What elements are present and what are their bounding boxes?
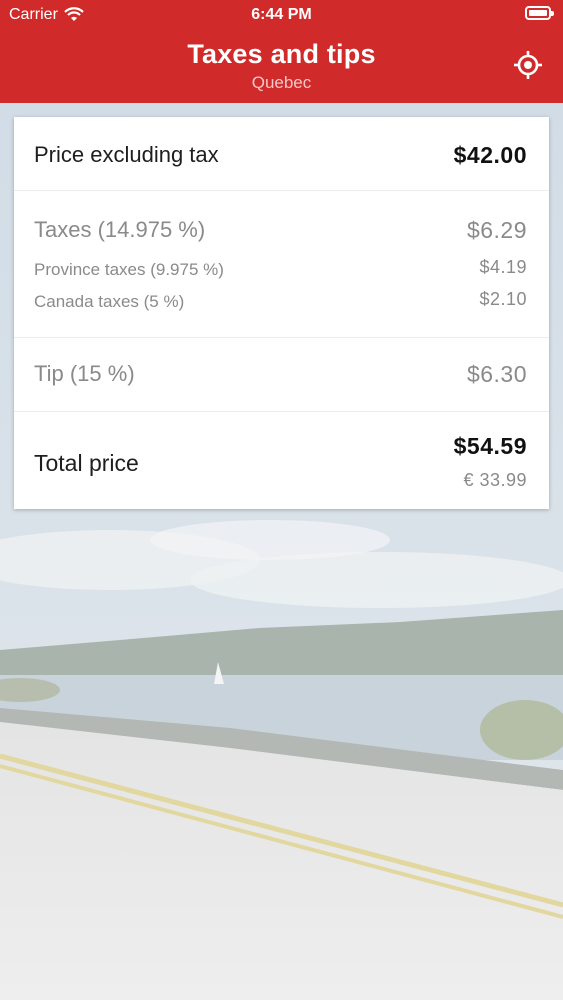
total-label: Total price	[34, 450, 139, 476]
tip-label: Tip (15 %)	[34, 361, 135, 386]
app-header: Carrier 6:44 PM Taxes and tips Quebec	[0, 0, 563, 103]
tip-row[interactable]: Tip (15 %) $6.30	[14, 338, 549, 412]
status-time: 6:44 PM	[251, 6, 312, 23]
price-row[interactable]: Price excluding tax $42.00	[14, 117, 549, 191]
price-value: $42.00	[453, 142, 527, 168]
taxes-value: $6.29	[466, 217, 527, 243]
battery-icon	[525, 6, 554, 20]
location-target-icon	[514, 51, 542, 79]
page-title: Taxes and tips	[187, 39, 376, 69]
taxes-row[interactable]: Taxes (14.975 %) $6.29 Province taxes (9…	[14, 191, 549, 338]
tip-value: $6.30	[466, 361, 527, 387]
status-bar: Carrier 6:44 PM	[0, 0, 563, 30]
total-converted-value: € 33.99	[463, 470, 527, 490]
total-value: $54.59	[453, 433, 527, 459]
page-subtitle-region: Quebec	[251, 73, 312, 92]
price-label: Price excluding tax	[34, 142, 219, 167]
province-taxes-label: Province taxes (9.975 %)	[34, 260, 224, 279]
price-summary-card: Price excluding tax $42.00 Taxes (14.975…	[14, 117, 549, 509]
canada-taxes-label: Canada taxes (5 %)	[34, 292, 185, 311]
province-taxes-value: $4.19	[479, 257, 527, 277]
location-button[interactable]	[513, 50, 543, 80]
taxes-label: Taxes (14.975 %)	[34, 217, 206, 242]
canada-taxes-value: $2.10	[479, 289, 527, 309]
total-row[interactable]: Total price $54.59 € 33.99	[14, 412, 549, 511]
